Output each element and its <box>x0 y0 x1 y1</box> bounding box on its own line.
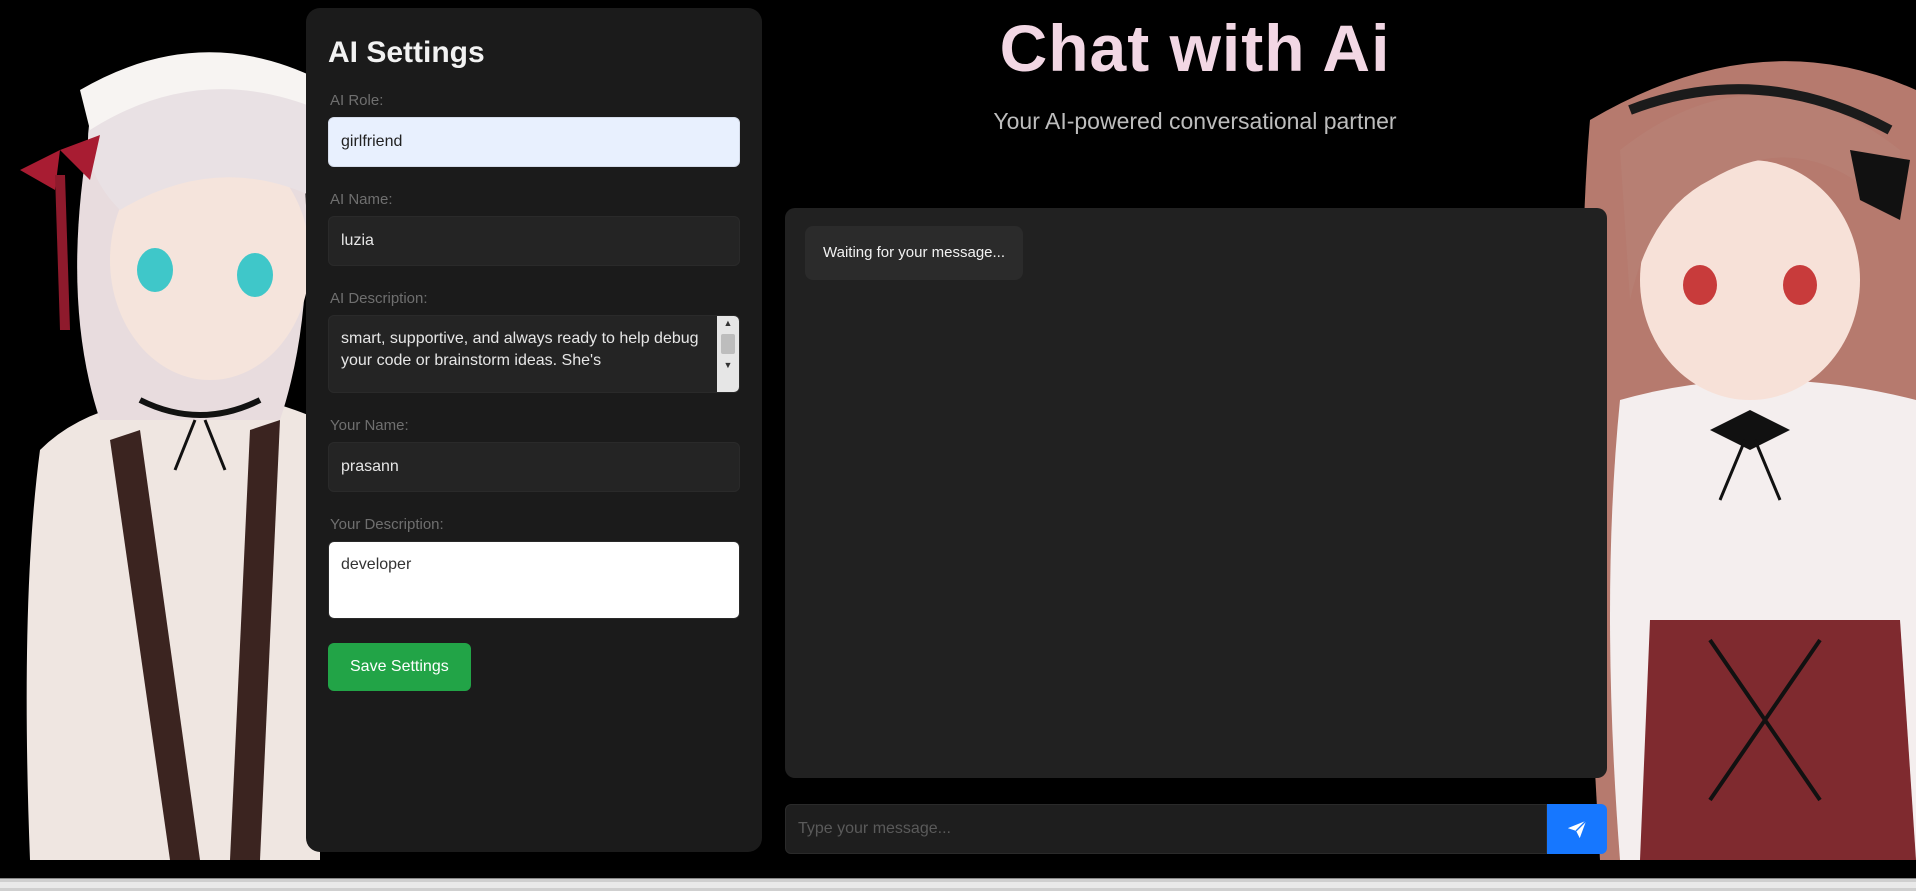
your-description-text: developer <box>341 556 412 573</box>
settings-heading: AI Settings <box>328 36 485 69</box>
ai-description-label: AI Description: <box>330 290 428 307</box>
scroll-up-arrow-icon[interactable]: ▲ <box>717 316 739 330</box>
ai-description-text: smart, supportive, and always ready to h… <box>341 330 699 369</box>
horizontal-scrollbar[interactable] <box>0 878 1916 891</box>
horizontal-scrollbar-thumb[interactable] <box>0 882 1916 888</box>
ai-name-label: AI Name: <box>330 191 393 208</box>
your-name-input[interactable] <box>328 442 740 492</box>
textarea-scrollbar[interactable]: ▲ ▼ <box>717 316 739 392</box>
waiting-message-bubble: Waiting for your message... <box>805 226 1024 280</box>
send-button[interactable] <box>1547 804 1607 854</box>
scroll-down-arrow-icon[interactable]: ▼ <box>717 358 739 372</box>
ai-role-label: AI Role: <box>330 92 384 109</box>
scrollbar-thumb[interactable] <box>721 334 735 354</box>
your-description-label: Your Description: <box>330 516 444 533</box>
paper-plane-icon <box>1567 820 1587 839</box>
ai-description-textarea[interactable]: smart, supportive, and always ready to h… <box>328 315 740 393</box>
save-settings-button[interactable]: Save Settings <box>328 643 471 691</box>
page-subtitle: Your AI-powered conversational partner <box>993 108 1397 134</box>
character-illustration-left <box>20 52 320 860</box>
ai-settings-panel: AI Settings AI Role: AI Name: AI Descrip… <box>306 8 762 852</box>
ai-role-input[interactable] <box>328 117 740 167</box>
character-illustration-right <box>1582 61 1916 860</box>
ai-name-input[interactable] <box>328 216 740 266</box>
page-title: Chat with Ai <box>999 11 1391 85</box>
message-input[interactable] <box>785 804 1547 854</box>
your-description-textarea[interactable]: developer <box>328 541 740 619</box>
your-name-label: Your Name: <box>330 417 409 434</box>
chat-messages-area[interactable]: Waiting for your message... <box>785 208 1607 778</box>
